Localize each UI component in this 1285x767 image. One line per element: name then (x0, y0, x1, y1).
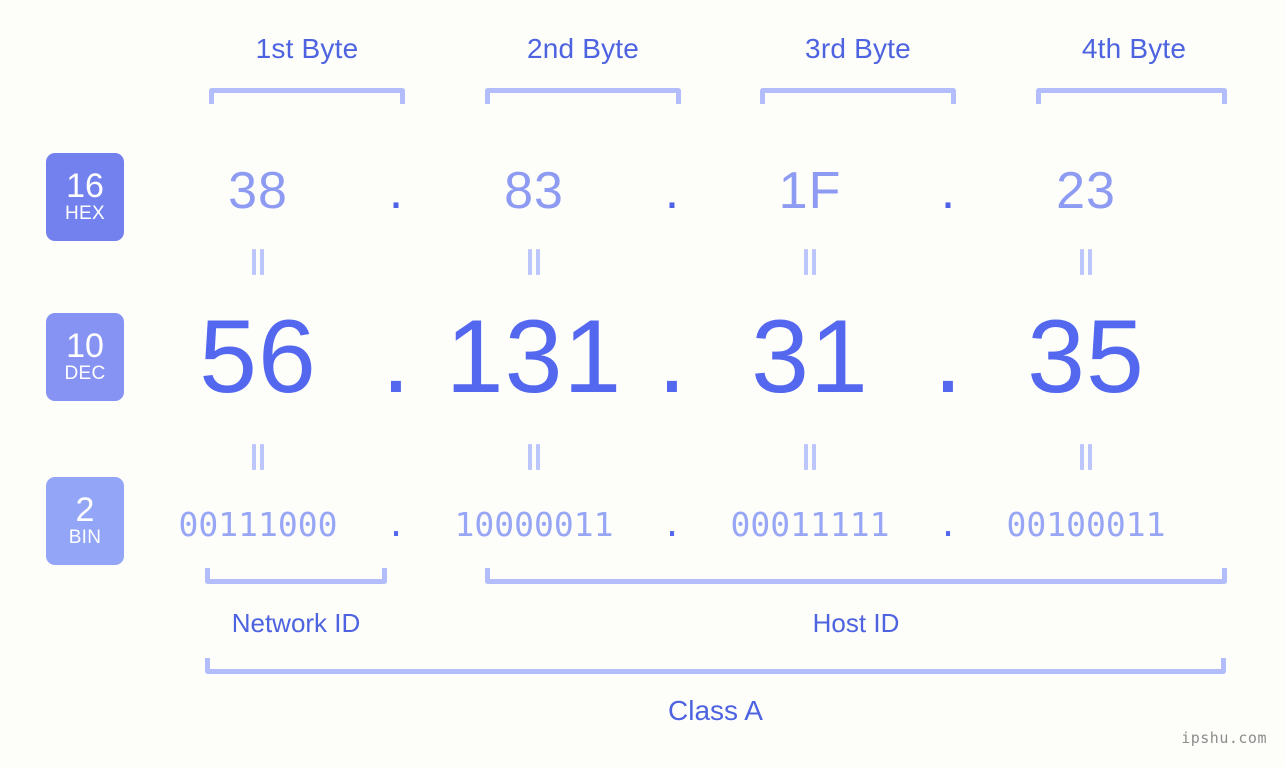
equals-sign-dec-bin-2 (436, 444, 632, 470)
base-badge-dec: 10 DEC (46, 313, 124, 401)
equals-icon (1079, 249, 1093, 275)
class-bracket (205, 658, 1226, 674)
equals-row-dec-bin (160, 440, 1260, 474)
bin-dot-3: . (938, 504, 958, 544)
base-badge-hex: 16 HEX (46, 153, 124, 241)
hex-byte-4: 23 (1056, 162, 1116, 220)
byte-bracket-4 (1036, 88, 1227, 104)
bin-value-row: 00111000 . 10000011 . 00011111 . 0010001… (160, 495, 1260, 553)
byte-header-2: 2nd Byte (526, 33, 640, 64)
bin-byte-3: 00011111 (730, 504, 890, 544)
site-watermark: ipshu.com (1181, 729, 1267, 747)
equals-sign-hex-dec-4 (988, 249, 1184, 275)
equals-sign-hex-dec-3 (712, 249, 908, 275)
dec-byte-3: 31 (751, 299, 869, 415)
bin-byte-4: 00100011 (1006, 504, 1166, 544)
equals-icon (251, 249, 265, 275)
byte-header-4: 4th Byte (1081, 33, 1187, 64)
base-badge-hex-name: HEX (65, 203, 105, 224)
base-badge-bin-number: 2 (75, 491, 95, 529)
network-id-label: Network ID (231, 608, 361, 638)
hex-value-row: 38 . 83 . 1F . 23 (160, 148, 1260, 234)
byte-bracket-2 (485, 88, 681, 104)
dec-dot-2: . (657, 299, 687, 415)
host-id-bracket (485, 568, 1227, 584)
host-id-label: Host ID (812, 608, 900, 638)
dec-dot-1: . (381, 299, 411, 415)
equals-icon (1079, 444, 1093, 470)
hex-byte-3: 1F (778, 162, 842, 220)
dec-byte-4: 35 (1027, 299, 1145, 415)
equals-sign-hex-dec-1 (160, 249, 356, 275)
base-badge-bin: 2 BIN (46, 477, 124, 565)
hex-byte-2: 83 (504, 162, 564, 220)
dec-byte-1: 56 (199, 299, 317, 415)
equals-icon (803, 249, 817, 275)
equals-sign-dec-bin-1 (160, 444, 356, 470)
equals-icon (527, 444, 541, 470)
hex-dot-2: . (664, 162, 680, 220)
hex-dot-1: . (388, 162, 404, 220)
equals-icon (251, 444, 265, 470)
byte-header-3: 3rd Byte (805, 33, 911, 64)
base-badge-dec-name: DEC (64, 363, 106, 384)
equals-icon (527, 249, 541, 275)
bin-byte-1: 00111000 (178, 504, 338, 544)
equals-sign-hex-dec-2 (436, 249, 632, 275)
bin-byte-2: 10000011 (454, 504, 614, 544)
byte-bracket-1 (209, 88, 405, 104)
hex-byte-1: 38 (228, 162, 288, 220)
base-badge-hex-number: 16 (66, 167, 104, 205)
dec-byte-2: 131 (445, 299, 623, 415)
hex-dot-3: . (940, 162, 956, 220)
dec-value-row: 56 . 131 . 31 . 35 (160, 296, 1260, 418)
byte-header-1: 1st Byte (255, 33, 359, 64)
equals-sign-dec-bin-4 (988, 444, 1184, 470)
ip-breakdown-diagram: 1st Byte 2nd Byte 3rd Byte 4th Byte 16 H… (0, 0, 1285, 767)
bin-dot-1: . (386, 504, 406, 544)
equals-icon (803, 444, 817, 470)
base-badge-dec-number: 10 (66, 327, 104, 365)
equals-sign-dec-bin-3 (712, 444, 908, 470)
network-id-bracket (205, 568, 387, 584)
equals-row-hex-dec (160, 245, 1260, 279)
class-label: Class A (668, 695, 763, 726)
byte-bracket-3 (760, 88, 956, 104)
base-badge-bin-name: BIN (68, 527, 102, 548)
bin-dot-2: . (662, 504, 682, 544)
dec-dot-3: . (933, 299, 963, 415)
